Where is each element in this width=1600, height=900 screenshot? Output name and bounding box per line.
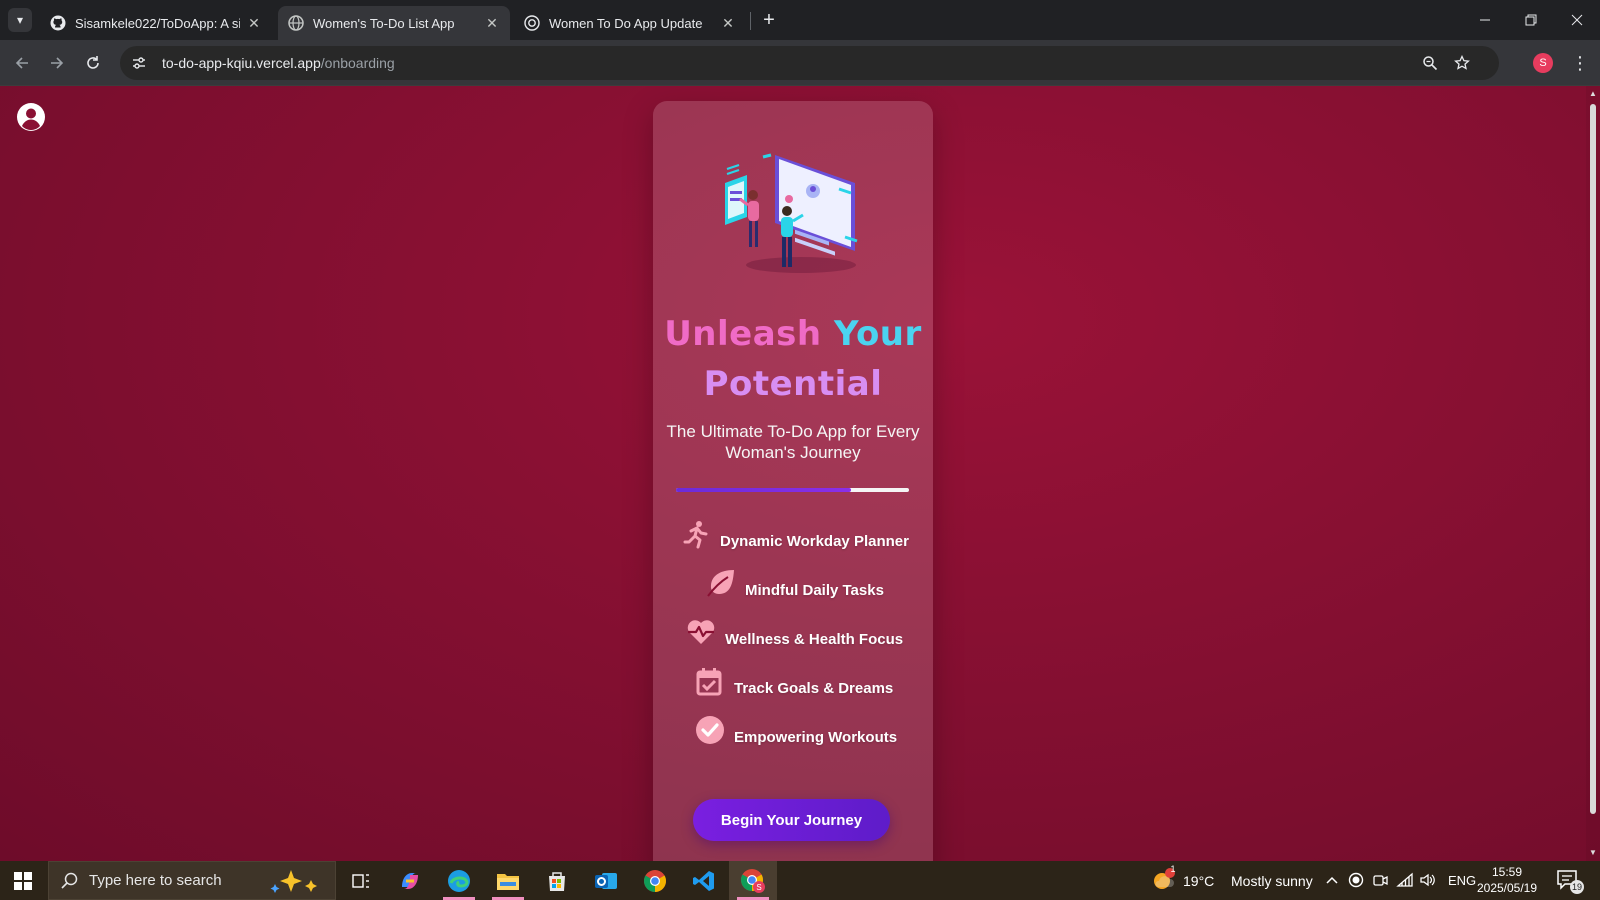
minimize-button[interactable] <box>1462 0 1508 40</box>
svg-text:S: S <box>756 883 761 892</box>
feature-label: Dynamic Workday Planner <box>720 533 909 550</box>
feature-item: Empowering Workouts <box>653 715 933 755</box>
back-button[interactable] <box>8 49 36 77</box>
arrow-left-icon <box>15 57 28 69</box>
user-account-icon[interactable] <box>16 102 46 132</box>
tab-title: Sisamkele022/ToDoApp: A simp <box>75 15 240 31</box>
meet-now-icon[interactable] <box>1371 871 1389 889</box>
reload-icon <box>87 56 99 69</box>
chrome-icon[interactable] <box>631 861 679 900</box>
start-button[interactable] <box>0 861 46 900</box>
browser-tab-bar: ▾ Sisamkele022/ToDoApp: A simp ✕ Women's… <box>0 0 1600 40</box>
restore-button[interactable] <box>1508 0 1554 40</box>
tab-title: Women's To-Do List App <box>313 15 455 31</box>
taskbar-clock[interactable]: 15:59 2025/05/19 <box>1472 864 1542 896</box>
record-icon[interactable] <box>1347 871 1365 889</box>
weather-alert-badge: 1 <box>1170 864 1176 874</box>
tab-search-chevron-icon[interactable]: ▾ <box>8 8 32 32</box>
tab-womens-todo[interactable]: Women's To-Do List App ✕ <box>278 6 510 40</box>
file-explorer-icon[interactable] <box>484 861 532 900</box>
feature-label: Track Goals & Dreams <box>734 680 894 697</box>
onboarding-card: Unleash Your Potential The Ultimate To-D… <box>653 101 933 861</box>
leaf-icon <box>707 570 734 597</box>
copilot-icon[interactable] <box>386 861 434 900</box>
store-icon[interactable] <box>533 861 581 900</box>
site-info-icon[interactable] <box>128 52 150 74</box>
title-word-unleash: Unleash <box>664 314 822 354</box>
progress-fill <box>676 488 851 492</box>
heartbeat-icon <box>687 620 715 644</box>
reload-button[interactable] <box>79 49 107 77</box>
title-word-your: Your <box>833 314 922 354</box>
close-tab-icon[interactable]: ✕ <box>720 15 736 31</box>
feature-item: Track Goals & Dreams <box>653 666 933 706</box>
chrome-profile-icon[interactable]: S <box>729 861 777 900</box>
edge-icon[interactable] <box>435 861 483 900</box>
title-word-potential: Potential <box>703 364 883 404</box>
notification-center-button[interactable]: 19 <box>1555 867 1585 895</box>
feature-item: Wellness & Health Focus <box>653 617 933 657</box>
page-subtitle: The Ultimate To-Do App for Every Woman's… <box>666 422 920 462</box>
taskbar-search-placeholder: Type here to search <box>89 872 222 889</box>
weather-temp[interactable]: 19°C <box>1183 873 1214 889</box>
search-icon <box>61 872 78 889</box>
bookmark-star-icon[interactable] <box>1452 53 1472 73</box>
chatgpt-icon <box>524 15 540 31</box>
browser-toolbar: to-do-app-kqiu.vercel.app/onboarding S ⋮ <box>0 40 1600 86</box>
show-hidden-icons-chevron-icon[interactable] <box>1323 871 1341 889</box>
globe-icon <box>288 15 304 31</box>
url-text: to-do-app-kqiu.vercel.app/onboarding <box>162 55 395 71</box>
feature-label: Empowering Workouts <box>734 729 898 746</box>
page-title: Unleash Your Potential <box>653 309 933 409</box>
begin-journey-button[interactable]: Begin Your Journey <box>693 799 890 841</box>
tab-chatgpt[interactable]: Women To Do App Update ✕ <box>514 6 746 40</box>
github-icon <box>50 15 66 31</box>
vscode-icon[interactable] <box>680 861 728 900</box>
tab-github[interactable]: Sisamkele022/ToDoApp: A simp ✕ <box>40 6 272 40</box>
taskbar-search-box[interactable]: Type here to search <box>48 861 336 900</box>
url-host: to-do-app-kqiu.vercel.app <box>162 55 321 71</box>
volume-icon[interactable] <box>1419 871 1437 889</box>
clock-date: 2025/05/19 <box>1476 881 1538 895</box>
arrow-right-icon <box>51 57 64 69</box>
wifi-icon[interactable] <box>1396 871 1414 889</box>
task-view-icon[interactable] <box>337 861 385 900</box>
weather-condition[interactable]: Mostly sunny <box>1231 873 1313 889</box>
page-scrollbar[interactable]: ▲ ▼ <box>1586 86 1600 861</box>
scroll-down-arrow-icon[interactable]: ▼ <box>1589 849 1597 857</box>
url-path: /onboarding <box>320 55 395 71</box>
tab-title: Women To Do App Update <box>549 15 703 31</box>
feature-item: Mindful Daily Tasks <box>653 568 933 608</box>
browser-menu-icon[interactable]: ⋮ <box>1570 51 1590 75</box>
new-tab-button[interactable]: + <box>757 8 781 32</box>
windows-taskbar: Type here to search S 1 19°C Mostly sunn… <box>0 861 1600 900</box>
onboarding-progress-bar <box>676 488 909 492</box>
scroll-up-arrow-icon[interactable]: ▲ <box>1589 90 1597 98</box>
close-tab-icon[interactable]: ✕ <box>246 15 262 31</box>
minimize-icon <box>1480 19 1490 21</box>
feature-label: Mindful Daily Tasks <box>745 582 884 599</box>
windows-logo-icon <box>14 871 32 890</box>
notification-count: 19 <box>1571 882 1582 892</box>
onboarding-illustration <box>725 153 858 273</box>
feature-item: Dynamic Workday Planner <box>653 519 933 559</box>
close-window-button[interactable] <box>1554 0 1600 40</box>
scrollbar-thumb[interactable] <box>1590 104 1596 814</box>
check-circle-icon <box>696 716 724 744</box>
forward-button[interactable] <box>43 49 71 77</box>
calendar-check-icon <box>696 668 722 696</box>
search-highlight-sparkle-icon <box>270 870 317 893</box>
clock-time: 15:59 <box>1491 865 1523 879</box>
running-icon <box>683 521 708 549</box>
address-bar[interactable]: to-do-app-kqiu.vercel.app/onboarding <box>120 46 1499 80</box>
close-icon <box>1571 14 1583 26</box>
feature-label: Wellness & Health Focus <box>725 631 904 648</box>
close-tab-icon[interactable]: ✕ <box>484 15 500 31</box>
profile-avatar[interactable]: S <box>1533 53 1553 73</box>
outlook-icon[interactable] <box>582 861 630 900</box>
page-viewport: Unleash Your Potential The Ultimate To-D… <box>0 86 1600 861</box>
tab-separator <box>750 12 751 30</box>
restore-icon <box>1525 14 1537 26</box>
zoom-icon[interactable] <box>1420 53 1440 73</box>
